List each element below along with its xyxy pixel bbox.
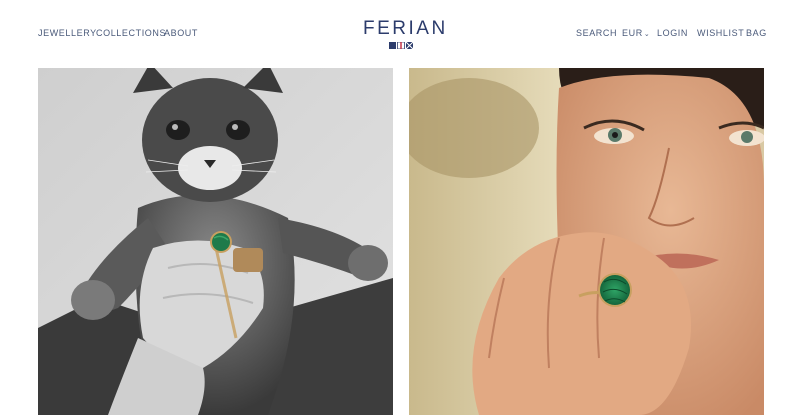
nav-bag[interactable]: BAG <box>746 28 767 38</box>
nav-wishlist[interactable]: WISHLIST <box>697 28 744 38</box>
nav-jewellery[interactable]: JEWELLERY <box>38 28 97 38</box>
currency-select[interactable]: EUR⌄ <box>622 28 650 38</box>
brand-logo[interactable]: FERIAN <box>363 18 445 40</box>
nav-about[interactable]: ABOUT <box>164 28 198 38</box>
woman-photo[interactable] <box>409 68 764 415</box>
cat-photo[interactable] <box>38 68 393 415</box>
nav-login[interactable]: LOGIN <box>657 28 688 38</box>
nav-collections[interactable]: COLLECTIONS <box>96 28 166 38</box>
chevron-down-icon: ⌄ <box>643 31 651 38</box>
nav-search[interactable]: SEARCH <box>576 28 617 38</box>
flags-icon <box>389 42 413 49</box>
currency-label: EUR <box>622 28 643 38</box>
